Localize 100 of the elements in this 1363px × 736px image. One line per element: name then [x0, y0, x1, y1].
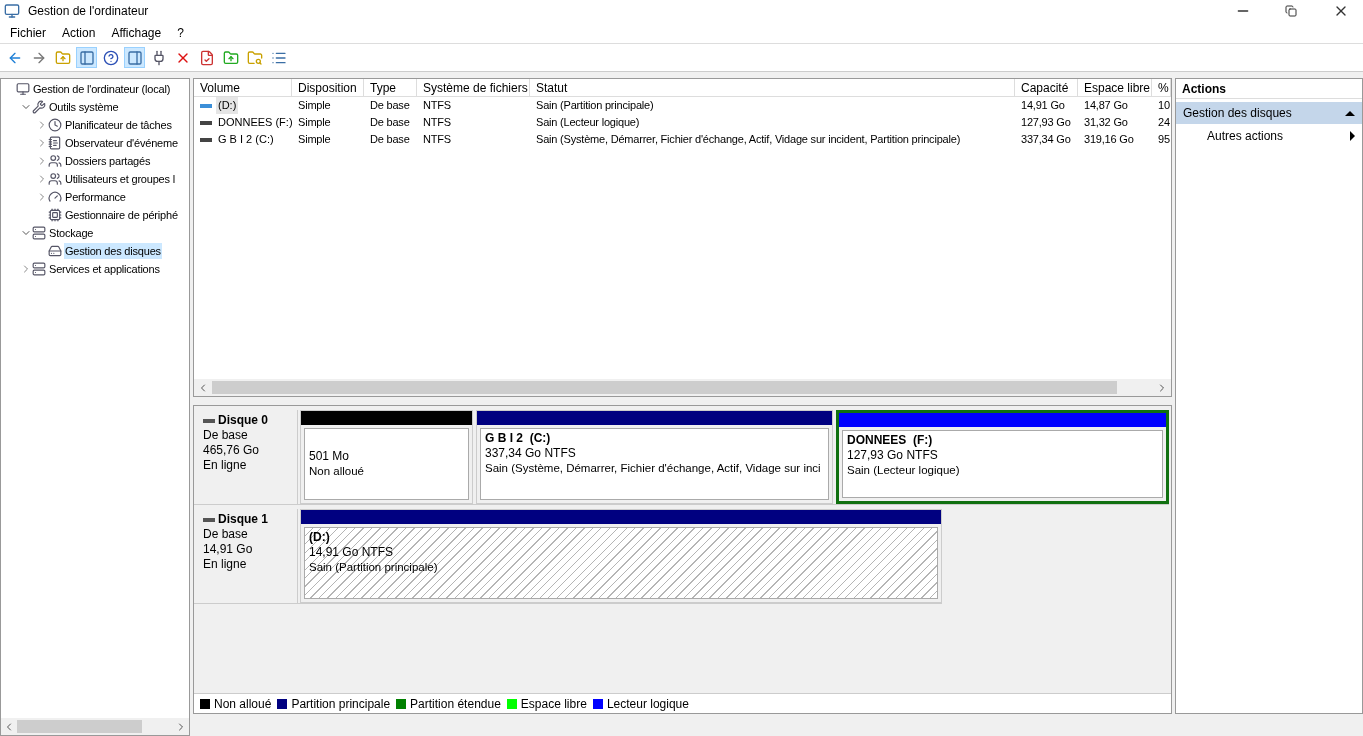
partition-block[interactable]: 501 Mo Non alloué: [300, 410, 473, 504]
table-cell-text: 14,91 Go: [1020, 98, 1066, 114]
horizontal-scrollbar[interactable]: [1, 718, 189, 735]
volume-name[interactable]: DONNEES (F:): [216, 114, 295, 131]
column-header[interactable]: Disposition: [292, 79, 364, 96]
table-cell-text: 337,34 Go: [1020, 132, 1072, 148]
partition-status: Sain (Lecteur logique): [847, 463, 961, 478]
menu-item[interactable]: Fichier: [10, 23, 46, 42]
tree-item[interactable]: Dossiers partagés: [64, 152, 152, 170]
table-cell-text: Sain (Système, Démarrer, Fichier d'échange, Actif, Vidage sur incident, Partition principale): [535, 132, 962, 148]
partition-status: Non alloué: [309, 464, 365, 479]
partition-status: Sain (Partition principale): [309, 560, 439, 575]
legend-label: Espace libre: [520, 695, 587, 713]
tree-node-icon: [48, 244, 62, 258]
volume-name[interactable]: G B I 2 (C:): [216, 131, 276, 148]
disk-state: En ligne: [203, 458, 248, 473]
table-cell-text: Sain (Lecteur logique): [535, 115, 641, 131]
drive-icon: [200, 103, 212, 108]
table-cell-text: 95: [1157, 132, 1171, 148]
partition-block[interactable]: G B I 2 (C:) 337,34 Go NTFS Sain (Système, Démarrer, Fichier d'échange, Actif, Vidage sur inci: [476, 410, 833, 504]
tree-node-icon: [32, 226, 46, 240]
table-cell-text: 10: [1157, 98, 1171, 114]
column-header[interactable]: Capacité: [1015, 79, 1078, 96]
tree-item[interactable]: Outils système: [48, 98, 120, 116]
legend-label: Partition étendue: [410, 695, 501, 713]
app-icon: [4, 3, 20, 19]
table-cell-text: NTFS: [422, 132, 452, 148]
partition-size: 501 Mo: [309, 449, 351, 464]
disk-info-panel[interactable]: Disque 1 De base 14,91 Go En ligne: [194, 509, 298, 604]
partition-size: 337,34 Go NTFS: [485, 446, 577, 461]
column-header[interactable]: Type: [364, 79, 417, 96]
tree-node-icon: [48, 172, 62, 186]
tree-node-icon: [48, 118, 62, 132]
disk-name: Disque 1: [218, 512, 268, 527]
window-title: Gestion de l'ordinateur: [28, 3, 150, 20]
tree-item[interactable]: Observateur d'événeme: [64, 134, 179, 152]
disk-type: De base: [203, 428, 249, 443]
table-cell-text: Sain (Partition principale): [535, 98, 655, 114]
tree-node-icon: [48, 190, 62, 204]
menu-item[interactable]: Affichage: [111, 23, 162, 42]
disk-size: 14,91 Go: [203, 542, 254, 557]
partition-size: 127,93 Go NTFS: [847, 448, 939, 463]
column-header[interactable]: Espace libre: [1078, 79, 1152, 96]
horizontal-scrollbar[interactable]: [194, 379, 1171, 396]
drive-icon: [200, 120, 212, 125]
actions-title: Actions: [1176, 79, 1362, 99]
submenu-arrow-icon: [1350, 131, 1355, 141]
partition-name: (D:): [309, 530, 331, 545]
tree-node-icon: [16, 82, 30, 96]
table-cell-text: 31,32 Go: [1083, 115, 1129, 131]
tree-node-icon: [48, 208, 62, 222]
tree-item[interactable]: Performance: [64, 188, 127, 206]
partition-status: Sain (Système, Démarrer, Fichier d'échange, Actif, Vidage sur inci: [485, 461, 822, 476]
menu-item[interactable]: ?: [177, 23, 184, 42]
tree-item[interactable]: Stockage: [48, 224, 95, 242]
disk-name: Disque 0: [218, 413, 268, 428]
table-cell-text: Simple: [297, 115, 332, 131]
column-header[interactable]: Statut: [530, 79, 1015, 96]
disk-type: De base: [203, 527, 249, 542]
column-header[interactable]: %: [1152, 79, 1171, 96]
tree-item[interactable]: Gestionnaire de périphé: [64, 206, 179, 224]
partition-block[interactable]: DONNEES (F:) 127,93 Go NTFS Sain (Lecteur logique): [836, 410, 1169, 504]
restore-icon[interactable]: [1285, 5, 1297, 17]
table-cell-text: 319,16 Go: [1083, 132, 1135, 148]
action-item[interactable]: Autres actions: [1176, 124, 1362, 148]
column-header[interactable]: Volume: [194, 79, 292, 96]
tree-item[interactable]: Planificateur de tâches: [64, 116, 173, 134]
table-cell-text: 24: [1157, 115, 1171, 131]
table-cell-text: De base: [369, 115, 411, 131]
partition-size: 14,91 Go NTFS: [309, 545, 395, 560]
volume-name[interactable]: (D:): [216, 97, 239, 114]
legend-label: Lecteur logique: [606, 695, 689, 713]
tree-node-icon: [48, 136, 62, 150]
partition-name: DONNEES (F:): [847, 433, 934, 448]
tree-item[interactable]: Services et applications: [48, 260, 161, 278]
legend-label: Non alloué: [214, 695, 272, 713]
table-cell-text: NTFS: [422, 115, 452, 131]
table-cell-text: 127,93 Go: [1020, 115, 1072, 131]
tree-node-icon: [32, 262, 46, 276]
tree-node-icon: [32, 100, 46, 114]
menu-item[interactable]: Action: [62, 23, 96, 42]
tree-node-icon: [48, 154, 62, 168]
table-cell-text: De base: [369, 98, 411, 114]
column-header[interactable]: Système de fichiers: [417, 79, 530, 96]
table-cell-text: De base: [369, 132, 411, 148]
tree-item[interactable]: Gestion des disques: [64, 242, 162, 260]
tree-item[interactable]: Gestion de l'ordinateur (local): [32, 80, 172, 98]
tree-item[interactable]: Utilisateurs et groupes l: [64, 170, 176, 188]
legend-label: Partition principale: [291, 695, 391, 713]
partition-name: G B I 2 (C:): [485, 431, 552, 446]
disk-info-panel[interactable]: Disque 0 De base 465,76 Go En ligne: [194, 410, 298, 505]
drive-icon: [200, 137, 212, 142]
disk-state: En ligne: [203, 557, 248, 572]
collapse-icon: [1345, 110, 1355, 116]
disk-size: 465,76 Go: [203, 443, 261, 458]
table-cell-text: NTFS: [422, 98, 452, 114]
table-cell-text: Simple: [297, 98, 332, 114]
partition-block[interactable]: (D:) 14,91 Go NTFS Sain (Partition principale): [300, 509, 942, 603]
table-cell-text: Simple: [297, 132, 332, 148]
actions-section-header[interactable]: Gestion des disques: [1176, 102, 1362, 124]
